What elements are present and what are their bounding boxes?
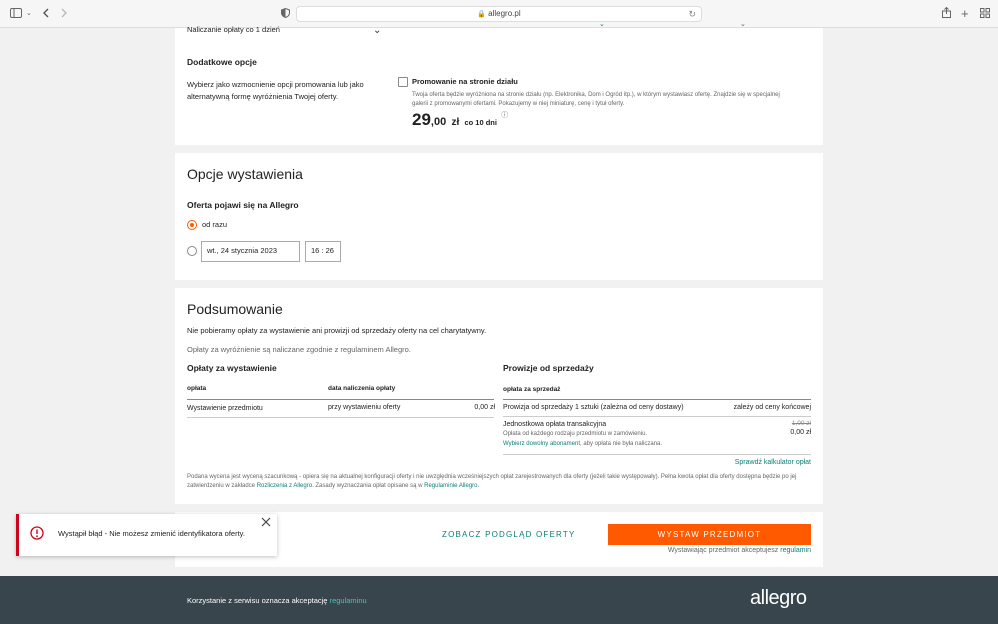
listing-title: Opcje wystawienia [187, 166, 303, 182]
error-icon [30, 526, 44, 542]
toast-message: Wystąpił błąd - Nie możesz zmienić ident… [58, 529, 245, 538]
time-input[interactable]: 16 : 26 [305, 241, 341, 262]
info-icon[interactable]: ⓘ [501, 112, 508, 119]
radio-now[interactable] [187, 220, 197, 230]
divider [187, 417, 494, 418]
commission-row-value: zależy od ceny końcowej [733, 404, 811, 411]
commission-header: opłata za sprzedaż [503, 386, 561, 393]
fees-header-col2: data naliczenia opłaty [328, 385, 396, 392]
transaction-desc: Opłata od każdego rodzaju przedmiotu w z… [503, 431, 648, 437]
divider [187, 399, 494, 400]
divider [503, 454, 811, 455]
transaction-link-line: Wybierz dowolny abonament, aby opłata ni… [503, 441, 663, 447]
divider [503, 399, 811, 400]
allegro-logo[interactable]: allegro [750, 587, 807, 610]
transaction-old-price: 1,00 zł [791, 420, 811, 427]
address-bar[interactable]: 🔒 allegro.pl ↻ [296, 6, 702, 22]
lock-icon: 🔒 [477, 11, 487, 18]
close-icon[interactable] [261, 517, 271, 529]
commission-row-name: Prowizja od sprzedaży 1 sztuki (zależna … [503, 404, 684, 411]
radio-scheduled[interactable] [187, 246, 197, 256]
page-footer: Korzystanie z serwisu oznacza akceptację… [0, 576, 998, 624]
sidebar-icon[interactable] [10, 7, 22, 21]
summary-footnote: Podana wycena jest wyceną szacunkową - o… [187, 474, 797, 489]
url-text: allegro.pl [488, 9, 521, 18]
chevron-down-icon[interactable]: ⌄ [26, 7, 32, 21]
chevron-down-icon[interactable]: ⌄ [373, 25, 381, 36]
regulamin-link[interactable]: regulamin [780, 547, 811, 554]
fee-row-name: Wystawienie przedmiotu [187, 405, 263, 412]
summary-line1: Nie pobieramy opłaty za wystawienie ani … [187, 326, 487, 335]
billing-select-value: Naliczanie opłaty co 1 dzień [187, 25, 280, 34]
promo-price: 29,00 zł co 10 dni ⓘ [412, 110, 509, 129]
section-title: Dodatkowe opcje [187, 57, 257, 67]
listing-options-card: Opcje wystawienia Oferta pojawi się na A… [175, 153, 823, 280]
promo-checkbox[interactable] [398, 77, 408, 87]
calculator-link[interactable]: Sprawdź kalkulator opłat [695, 459, 811, 466]
fees-title: Opłaty za wystawienie [187, 363, 277, 373]
back-icon[interactable] [42, 7, 50, 21]
share-icon[interactable] [942, 6, 951, 21]
preview-button[interactable]: ZOBACZ PODGLĄD OFERTY [442, 530, 576, 539]
submit-button[interactable]: WYSTAW PRZEDMIOT [608, 524, 811, 545]
billing-select[interactable]: Naliczanie opłaty co 1 dzień [187, 24, 387, 36]
date-input[interactable]: wt., 24 stycznia 2023 [201, 241, 300, 262]
commission-title: Prowizje od sprzedaży [503, 363, 594, 373]
promo-description: Wybierz jako wzmocnienie opcji promowani… [187, 80, 364, 101]
reload-icon[interactable]: ↻ [688, 7, 696, 21]
fee-row-when: przy wystawieniu oferty [328, 404, 401, 411]
browser-toolbar: ⌄ 🔒 allegro.pl ↻ + [0, 0, 998, 28]
accept-terms: Wystawiając przedmiot akceptujesz regula… [667, 547, 811, 554]
promo-option-desc: Twoja oferta będzie wyróżniona na stroni… [412, 92, 780, 107]
billing-link[interactable]: Rozliczenia z Allegro [257, 483, 312, 489]
transaction-new-price: 0,00 zł [790, 429, 811, 436]
footer-terms-link[interactable]: regulaminu [330, 596, 367, 605]
fee-row-amount: 0,00 zł [474, 404, 495, 411]
privacy-shield-icon[interactable] [281, 7, 290, 21]
summary-card: Podsumowanie Nie pobieramy opłaty za wys… [175, 288, 823, 504]
terms-link[interactable]: Regulaminie Allegro [424, 483, 477, 489]
tab-overview-icon[interactable] [980, 7, 990, 21]
new-tab-icon[interactable]: + [961, 7, 969, 21]
chevron-down-icon[interactable]: ⌄ [599, 20, 605, 28]
radio-now-label: od razu [202, 220, 228, 229]
subscription-link[interactable]: Wybierz dowolny abonament [503, 441, 580, 447]
listing-subtitle: Oferta pojawi się na Allegro [187, 200, 299, 210]
error-toast: Wystąpił błąd - Nie możesz zmienić ident… [16, 514, 277, 556]
promo-options-card: Naliczanie opłaty co 1 dzień ⌄ ⌄ ⌄ Dodat… [175, 21, 823, 145]
footer-text: Korzystanie z serwisu oznacza akceptację… [187, 596, 367, 605]
summary-title: Podsumowanie [187, 301, 283, 317]
divider [503, 416, 811, 417]
summary-line2: Opłaty za wyróżnienie są naliczane zgodn… [187, 345, 411, 354]
promo-option-title: Promowanie na stronie działu [412, 77, 518, 86]
forward-icon[interactable] [60, 7, 68, 21]
fees-header-col1: opłata [187, 385, 207, 392]
chevron-down-icon[interactable]: ⌄ [740, 20, 746, 28]
